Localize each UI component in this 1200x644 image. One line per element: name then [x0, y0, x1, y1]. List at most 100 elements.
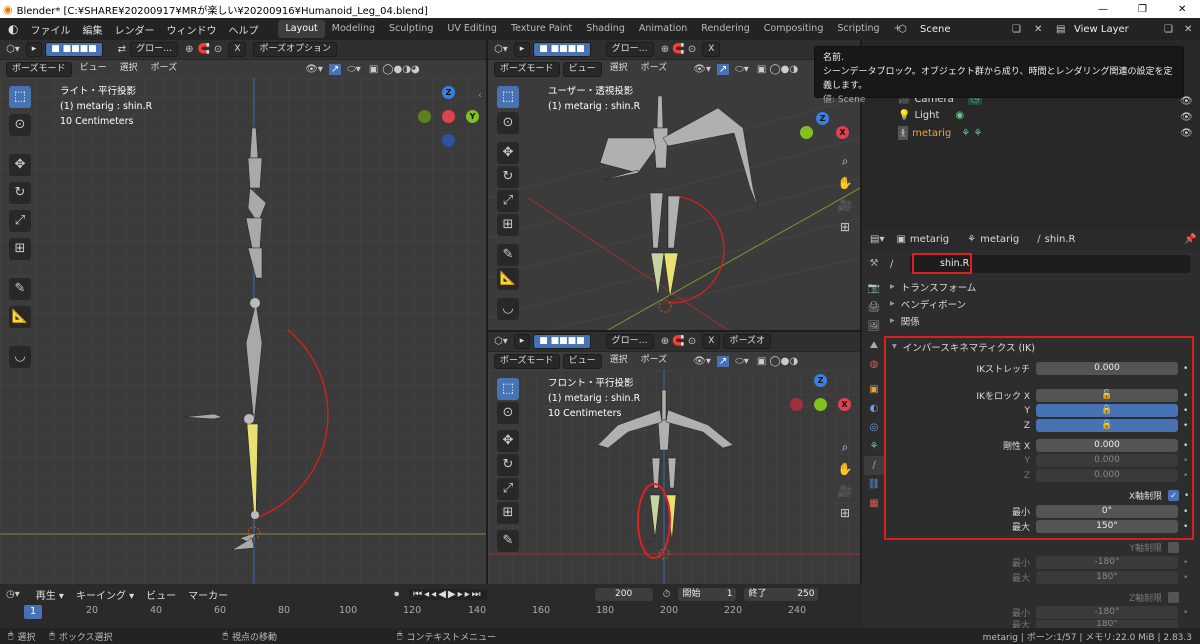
menu-view[interactable]: ビュー: [562, 61, 602, 77]
cursor-tool-button[interactable]: ⊙: [497, 112, 519, 134]
move-tool-button[interactable]: ✥: [9, 154, 31, 176]
editor-type-icon[interactable]: ▤▾: [870, 234, 884, 245]
pan-hand-icon[interactable]: ✋: [834, 458, 856, 480]
z-max-field[interactable]: 180°: [1036, 620, 1178, 628]
x-min-field[interactable]: 0°: [1036, 505, 1178, 518]
texture-tab-icon[interactable]: ▦: [864, 494, 884, 513]
transform-orientation-dropdown[interactable]: グロー…: [605, 42, 654, 57]
playback-controls[interactable]: ⏮◂◂◀▶▸▸⏭: [409, 588, 487, 600]
nav-gizmo[interactable]: Z X: [790, 374, 851, 430]
x-axis-icon[interactable]: X: [838, 398, 851, 411]
playback-menu[interactable]: 再生 ▾: [30, 587, 70, 602]
orientation-icon[interactable]: ⇄: [118, 44, 126, 55]
select-mode-icons[interactable]: ■ ■■■■: [533, 334, 591, 349]
select-tool-button[interactable]: ⬚: [497, 86, 519, 108]
menu-view[interactable]: ビュー: [75, 62, 112, 77]
tab-modeling[interactable]: Modeling: [325, 20, 382, 38]
keyframe-dot[interactable]: •: [1183, 471, 1188, 481]
visibility-eye-icons[interactable]: 👁 👁 👁: [1180, 94, 1193, 142]
shading-icons[interactable]: ▣ ◯●◑: [757, 64, 798, 75]
stiffness-x-field[interactable]: 0.000: [1036, 439, 1178, 452]
menu-window[interactable]: ウィンドウ: [160, 22, 222, 37]
menu-select[interactable]: 選択: [115, 62, 143, 77]
breadcrumb-object[interactable]: metarig: [910, 234, 949, 245]
cursor-tool-button[interactable]: ⊙: [9, 114, 31, 136]
overlay-icon[interactable]: ⬭▾: [347, 64, 361, 75]
tab-scripting[interactable]: Scripting: [830, 20, 886, 38]
z-axis-icon[interactable]: Z: [814, 374, 827, 387]
object-tab-icon[interactable]: ▣: [864, 380, 884, 399]
z-axis-icon[interactable]: Z: [816, 112, 829, 125]
section-relations[interactable]: ▸ 関係: [890, 312, 1196, 329]
pivot-icon[interactable]: ⊕: [185, 44, 193, 55]
view-layer-icon[interactable]: ▤: [1056, 24, 1065, 35]
tab-shading[interactable]: Shading: [579, 20, 632, 38]
gizmo-icon[interactable]: ↗: [716, 355, 730, 367]
armature-data-icon[interactable]: ⚘ ⚘: [961, 128, 982, 139]
xray-icon[interactable]: ▣: [369, 64, 378, 75]
delete-view-layer-icon[interactable]: ✕: [1184, 24, 1192, 35]
pivot-icon[interactable]: ⊕ 🧲 ⊙: [661, 44, 697, 55]
scene-selector[interactable]: Scene: [920, 24, 1010, 35]
overlay-icon[interactable]: ⬭▾: [735, 64, 749, 75]
select-tool-icon[interactable]: ▸: [513, 334, 531, 349]
output-tab-icon[interactable]: 🖨: [864, 298, 884, 317]
menu-view[interactable]: ビュー: [562, 353, 602, 369]
neg-x-axis-icon[interactable]: [790, 398, 803, 411]
ik-stretch-field[interactable]: 0.000: [1036, 362, 1178, 375]
maximize-button[interactable]: ❐: [1138, 4, 1147, 15]
select-tool-icon[interactable]: ▸: [25, 42, 43, 57]
lock-z-toggle[interactable]: 🔒: [1036, 419, 1178, 432]
nav-gizmo[interactable]: Z X: [800, 112, 856, 140]
timeline-ruler[interactable]: 1 20 40 60 80 100 120 140 160 180 200 22…: [0, 605, 862, 621]
physics-tab-icon[interactable]: ◎: [864, 418, 884, 437]
modifier-tab-icon[interactable]: ◐: [864, 399, 884, 418]
menu-help[interactable]: ヘルプ: [222, 22, 264, 37]
tool-tab-icon[interactable]: ⚒: [864, 254, 884, 273]
view-layer-selector[interactable]: View Layer: [1074, 24, 1129, 35]
select-tool-button[interactable]: ⬚: [497, 378, 519, 400]
close-x-chip[interactable]: X: [702, 334, 721, 349]
start-frame-field[interactable]: 開始 1: [678, 587, 737, 601]
menu-file[interactable]: ファイル: [24, 22, 76, 37]
move-tool-button[interactable]: ✥: [497, 142, 519, 164]
keyframe-dot[interactable]: •: [1183, 406, 1188, 416]
x-limit-checkbox[interactable]: ✓: [1168, 490, 1179, 501]
ortho-grid-icon[interactable]: ⊞: [834, 216, 856, 238]
select-tool-button[interactable]: ⬚: [9, 86, 31, 108]
keyframe-dot[interactable]: •: [1183, 456, 1188, 466]
copy-view-layer-icon[interactable]: ❏: [1164, 24, 1173, 35]
viewport-front-ortho[interactable]: ⬡▾ ▸ ■ ■■■■ グロー… ⊕ 🧲 ⊙ X ポーズオ ポーズモード ビュー…: [488, 332, 860, 584]
y-axis-icon[interactable]: [814, 398, 827, 411]
editor-type-icon[interactable]: ⬡▾: [494, 336, 508, 347]
annotate-tool-button[interactable]: ✎: [9, 278, 31, 300]
tab-uv-editing[interactable]: UV Editing: [440, 20, 504, 38]
keyframe-dot[interactable]: •: [1183, 573, 1188, 583]
tab-animation[interactable]: Animation: [632, 20, 694, 38]
lock-x-toggle[interactable]: 🔓: [1036, 389, 1178, 402]
breadcrumb-armature[interactable]: metarig: [980, 234, 1019, 245]
marker-menu[interactable]: マーカー: [182, 587, 234, 602]
tab-sculpting[interactable]: Sculpting: [382, 20, 440, 38]
keyframe-dot[interactable]: •: [1183, 608, 1188, 618]
mode-dropdown[interactable]: ポーズモード: [6, 61, 72, 77]
scale-tool-button[interactable]: ⤢: [497, 478, 519, 500]
copy-scene-icon[interactable]: ❏: [1012, 24, 1021, 35]
stiffness-y-field[interactable]: 0.000: [1036, 454, 1178, 467]
keyframe-dot[interactable]: •: [1183, 364, 1188, 374]
blender-menu-icon[interactable]: ◐: [8, 22, 18, 36]
menu-edit[interactable]: 編集: [76, 22, 108, 37]
editor-type-icon[interactable]: ◷▾: [6, 589, 20, 600]
cursor-tool-button[interactable]: ⊙: [497, 402, 519, 424]
viewport-right-ortho[interactable]: ⬡▾ ▸ ■ ■■■■ ⇄ グロー… ⊕ 🧲 ⊙ X ポーズオプション ポーズモ…: [0, 40, 486, 584]
gizmo-icon[interactable]: ↗: [328, 63, 342, 75]
tab-rendering[interactable]: Rendering: [694, 20, 757, 38]
close-x-chip[interactable]: X: [228, 42, 247, 57]
keyframe-dot[interactable]: •: [1183, 522, 1188, 532]
shading-icons[interactable]: ◯●◑◕: [382, 64, 419, 75]
outliner-item-metarig[interactable]: 𐀪 metarig ⚘ ⚘: [898, 126, 982, 140]
scene-icon[interactable]: ⬡: [898, 24, 907, 35]
armature-data-tab-icon[interactable]: ⚘: [864, 437, 884, 456]
close-x-chip[interactable]: X: [702, 42, 721, 57]
keyframe-dot[interactable]: •: [1183, 421, 1188, 431]
